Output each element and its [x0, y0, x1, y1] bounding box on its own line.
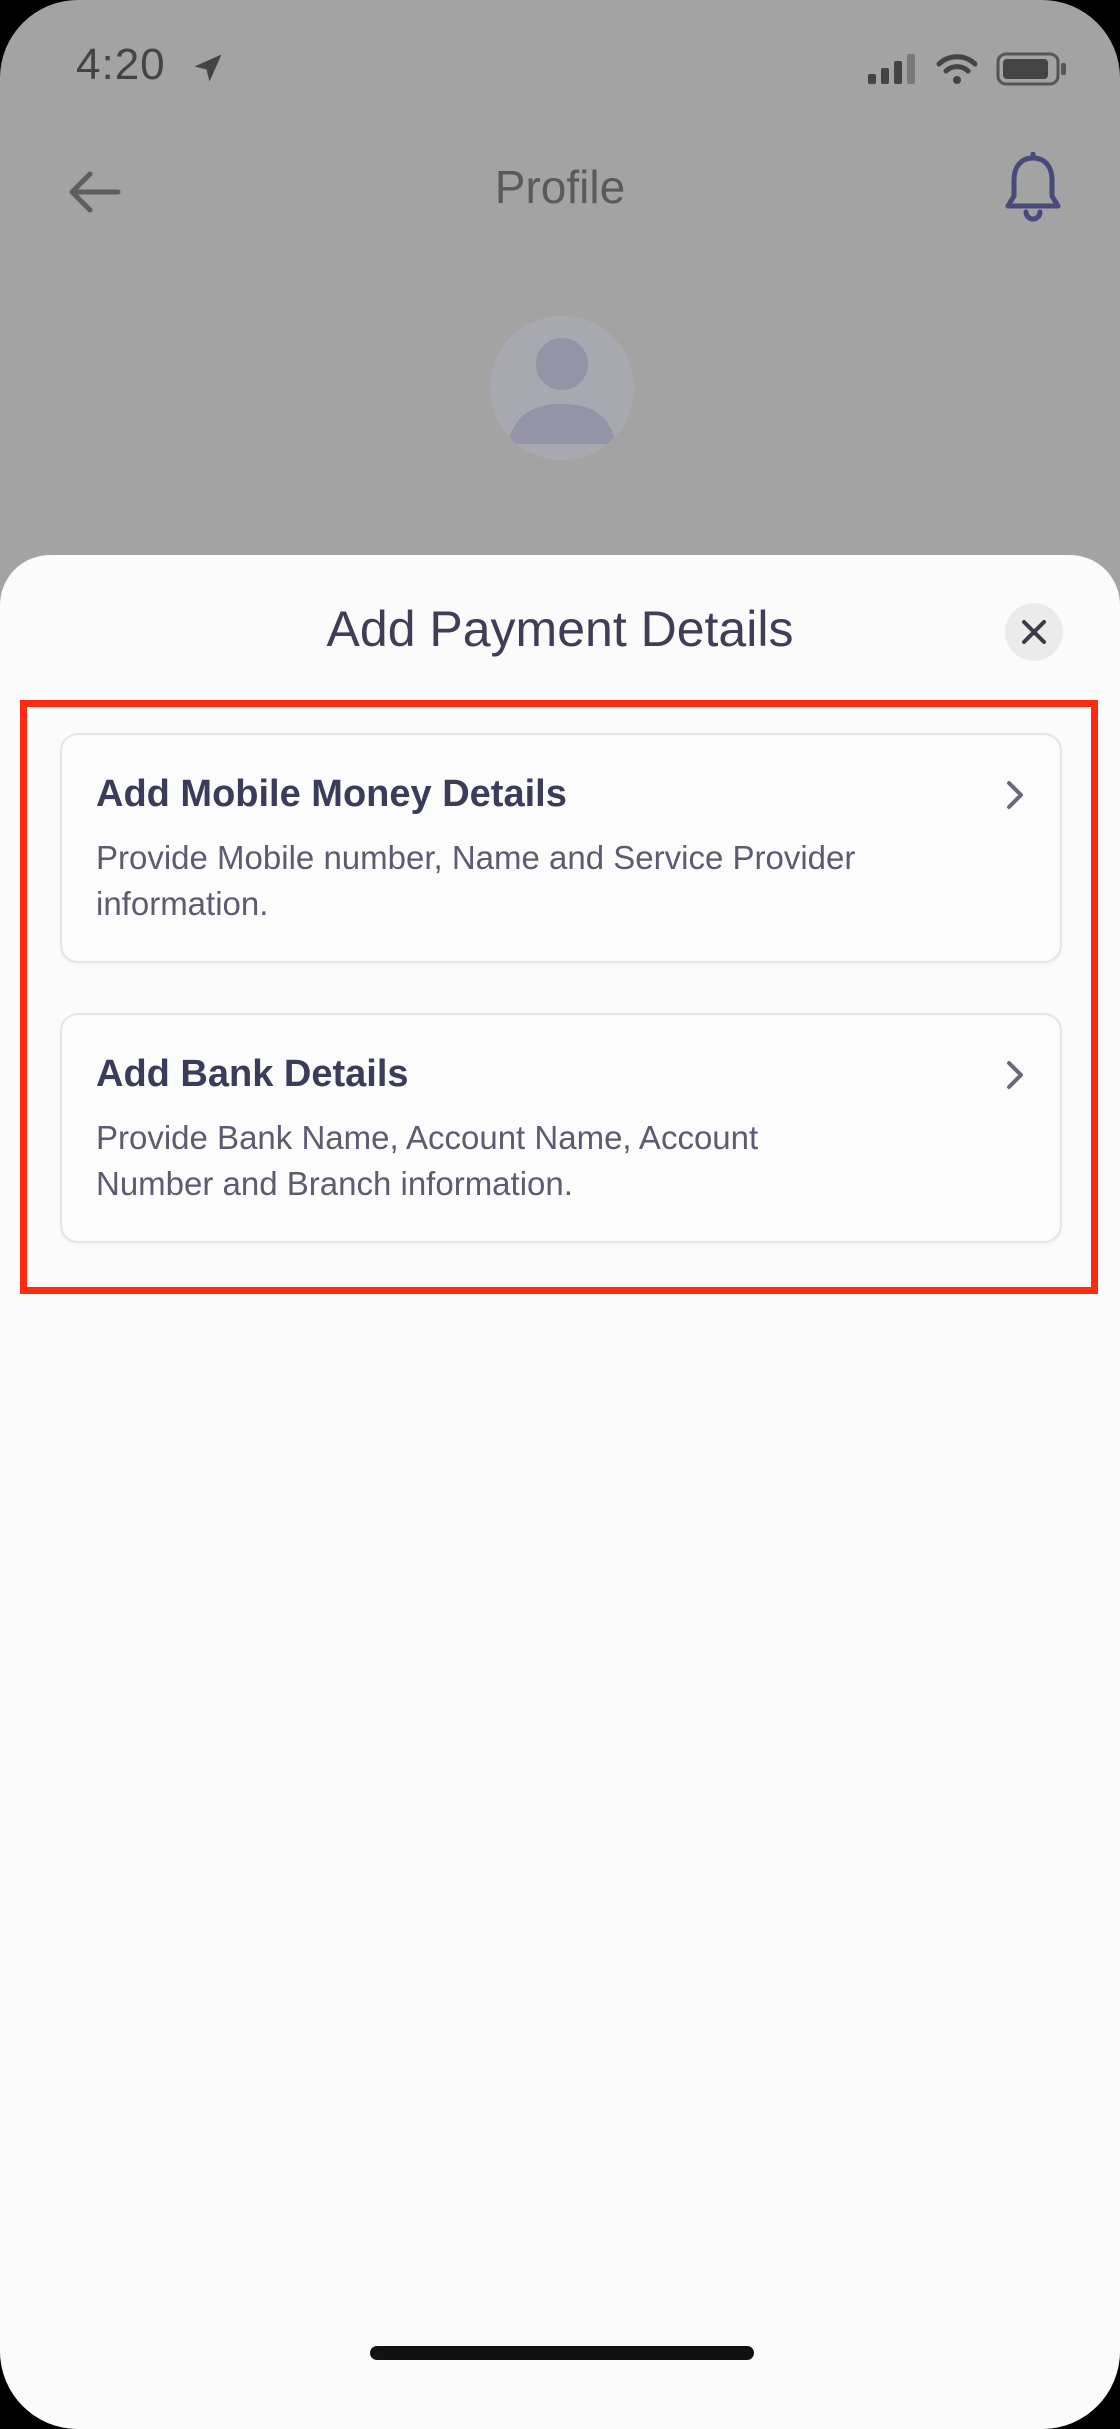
avatar[interactable] [490, 316, 634, 460]
location-arrow-icon [194, 54, 222, 82]
home-indicator [370, 2346, 754, 2360]
bell-icon[interactable] [1000, 152, 1066, 224]
phone-screen: 4:20 Profile Add Payment Details Add Mob… [0, 0, 1120, 2429]
close-icon [1022, 620, 1046, 644]
wifi-icon [936, 54, 978, 84]
signal-icon [868, 54, 915, 84]
battery-icon [996, 52, 1066, 86]
highlight-annotation [20, 700, 1098, 1294]
close-button[interactable] [1005, 603, 1063, 661]
status-time: 4:20 [76, 40, 166, 89]
sheet-title: Add Payment Details [326, 601, 794, 657]
avatar-icon [490, 316, 634, 460]
page-title: Profile [494, 161, 626, 213]
status-icons [868, 52, 1068, 86]
